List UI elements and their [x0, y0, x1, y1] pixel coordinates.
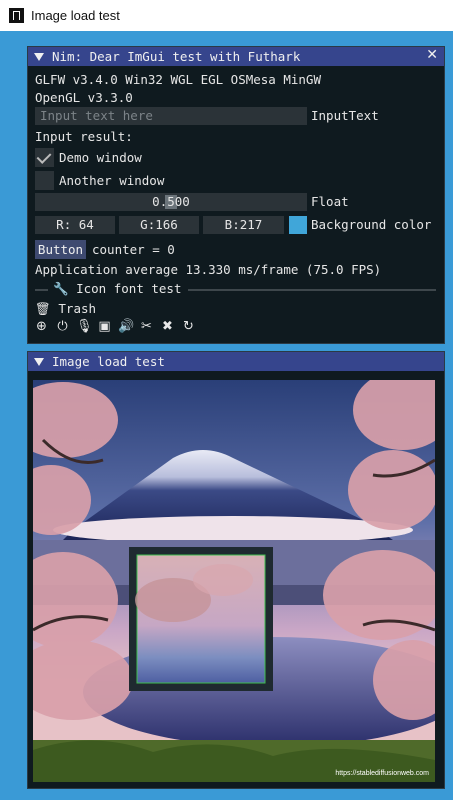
color-swatch[interactable] [289, 216, 307, 234]
trash-icon: 🗑 [35, 301, 51, 316]
main-window-header[interactable]: Nim: Dear ImGui test with Futhark ✕ [28, 47, 444, 66]
image-window-title: Image load test [52, 354, 165, 369]
imgui-main-window[interactable]: Nim: Dear ImGui test with Futhark ✕ GLFW… [27, 46, 445, 344]
tools-icon: ✖ [162, 319, 173, 334]
microchip-icon: ▣ [98, 319, 111, 334]
collapse-arrow-icon[interactable] [34, 52, 44, 61]
image-window-header[interactable]: Image load test [28, 352, 444, 371]
wrench-icon: 🔧 [53, 281, 69, 296]
counter-text: counter = 0 [92, 242, 175, 257]
input-label: InputText [311, 108, 379, 123]
image-window[interactable]: Image load test https://stablediffusionw… [27, 351, 445, 789]
rotate-icon: ↻ [183, 319, 194, 334]
trash-item: 🗑 Trash [35, 301, 96, 317]
perf-text: Application average 13.330 ms/frame (75.… [35, 262, 382, 277]
text-input[interactable]: Input text here [35, 107, 307, 125]
close-icon[interactable]: ✕ [426, 47, 438, 63]
microphone-icon: 🎙 [76, 319, 93, 334]
icon-font-header: 🔧 Icon font test [53, 281, 181, 297]
float-label: Float [311, 194, 349, 209]
background-color-label: Background color [311, 217, 432, 232]
glfw-version-text: GLFW v3.4.0 Win32 WGL EGL OSMesa MinGW [35, 72, 321, 87]
counter-button[interactable]: Button [35, 240, 86, 259]
demo-window-checkbox[interactable] [35, 148, 54, 167]
collapse-arrow-icon[interactable] [34, 357, 44, 366]
float-value: 0.500 [152, 194, 190, 209]
float-slider[interactable]: 0.500 [35, 193, 307, 211]
demo-window-label[interactable]: Demo window [59, 150, 142, 166]
checkmark-icon [36, 149, 52, 164]
volume-icon: 🔊 [118, 319, 135, 334]
red-channel-field[interactable]: R: 64 [35, 216, 115, 234]
watermark-text: https://stablediffusionweb.com [335, 770, 429, 777]
main-window-title: Nim: Dear ImGui test with Futhark [52, 49, 301, 64]
another-window-label[interactable]: Another window [59, 173, 164, 189]
separator-left [35, 289, 48, 291]
search-plus-icon: ⊕ [36, 319, 47, 334]
scissors-icon: ✂ [141, 319, 152, 334]
os-titlebar[interactable]: Image load test [0, 0, 453, 31]
green-channel-field[interactable]: G:166 [119, 216, 199, 234]
app-icon [9, 8, 24, 23]
another-window-checkbox[interactable] [35, 171, 54, 190]
blue-channel-field[interactable]: B:217 [203, 216, 284, 234]
separator-right [188, 289, 436, 291]
input-result-label: Input result: [35, 129, 133, 144]
icon-font-header-label: Icon font test [76, 281, 182, 296]
loaded-image: https://stablediffusionweb.com [33, 380, 435, 782]
os-window-title: Image load test [31, 8, 120, 23]
opengl-version-text: OpenGL v3.3.0 [35, 90, 133, 105]
power-icon: ⏻ [57, 319, 68, 334]
trash-label: Trash [58, 301, 97, 316]
icon-row: ⊕ ⏻ 🎙 ▣ 🔊 ✂ ✖ ↻ [34, 319, 196, 334]
